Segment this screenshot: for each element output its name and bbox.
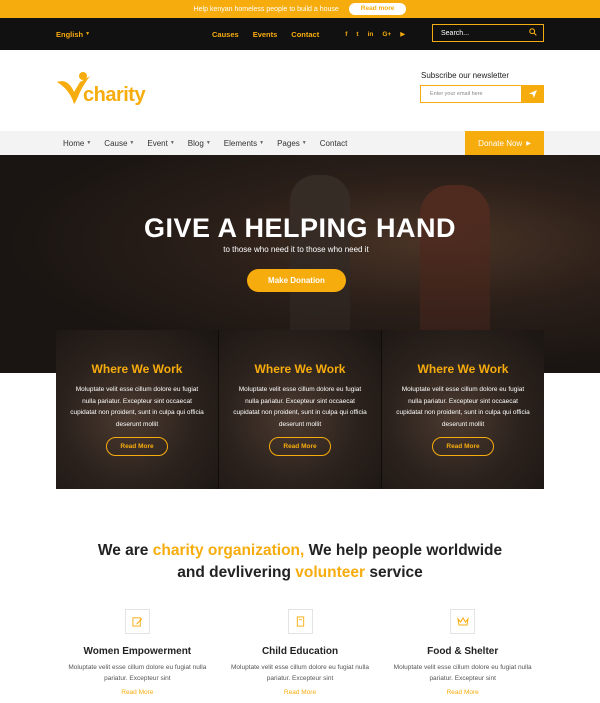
features-row: Women Empowerment Moluptate velit esse c… (56, 609, 544, 703)
site-header: charity Subscribe our newsletter Enter y… (0, 50, 600, 131)
hero-background-figure (290, 175, 350, 355)
top-nav: Causes Events Contact f t in G+ ▶ (212, 18, 405, 50)
crown-icon (450, 609, 476, 634)
search-placeholder: Search... (441, 29, 470, 37)
card-text: Moluptate velit esse cillum dolore eu fu… (396, 386, 530, 428)
search-input[interactable]: Search... (432, 24, 544, 42)
chevron-down-icon: ▼ (85, 31, 91, 37)
chevron-down-icon: ▼ (169, 140, 175, 146)
announcement-read-more-button[interactable]: Read more (348, 3, 407, 15)
nav-item-elements[interactable]: Elements ▼ (224, 139, 264, 148)
chevron-down-icon: ▼ (129, 140, 135, 146)
nav-item-label: Elements (223, 138, 258, 148)
nav-item-label: Contact (319, 138, 348, 148)
newsletter-submit-button[interactable] (522, 85, 544, 103)
card-text: Moluptate velit esse cillum dolore eu fu… (70, 386, 204, 428)
charity-logo[interactable]: charity (56, 70, 166, 112)
feature-text: Moluptate velit esse cillum dolore eu fu… (393, 664, 532, 682)
info-card: Where We Work Moluptate velit esse cillu… (382, 330, 544, 489)
make-donation-button[interactable]: Make Donation (247, 269, 346, 292)
feature-read-more-link[interactable]: Read More (219, 689, 382, 696)
nav-item-home[interactable]: Home ▼ (63, 139, 91, 148)
newsletter-title: Subscribe our newsletter (421, 71, 510, 80)
nav-item-pages[interactable]: Pages ▼ (277, 139, 307, 148)
search-icon[interactable] (529, 28, 537, 38)
card-title: Where We Work (417, 362, 509, 376)
chevron-down-icon: ▼ (301, 140, 307, 146)
chevron-down-icon: ▼ (86, 140, 92, 146)
feature-text: Moluptate velit esse cillum dolore eu fu… (68, 664, 207, 682)
nav-item-label: Pages (277, 138, 300, 148)
language-selector[interactable]: English ▼ (56, 30, 90, 39)
top-bar: English ▼ Causes Events Contact f t in G… (0, 18, 600, 50)
nav-item-blog[interactable]: Blog ▼ (188, 139, 211, 148)
linkedin-icon[interactable]: in (368, 31, 374, 38)
language-label: English (56, 29, 84, 39)
feature-read-more-link[interactable]: Read More (56, 689, 219, 696)
google-plus-icon[interactable]: G+ (382, 31, 391, 38)
hero-subtitle: to those who need it to those who need i… (223, 245, 369, 254)
card-title: Where We Work (254, 362, 346, 376)
feature-read-more-link[interactable]: Read More (381, 689, 544, 696)
nav-item-event[interactable]: Event ▼ (147, 139, 174, 148)
chevron-right-icon: ▶ (526, 140, 531, 147)
donate-label: Donate Now (478, 138, 523, 148)
feature-food-shelter: Food & Shelter Moluptate velit esse cill… (381, 609, 544, 703)
newsletter-email-field[interactable]: Enter your email here (420, 85, 522, 103)
edit-icon (124, 609, 150, 634)
mission-text: service (365, 564, 423, 581)
mission-highlight: charity organization, (152, 542, 305, 559)
info-card: Where We Work Moluptate velit esse cillu… (219, 330, 381, 489)
mission-text: We are (97, 542, 153, 559)
mission-text: We help people worldwide (304, 542, 503, 559)
chevron-down-icon: ▼ (205, 140, 211, 146)
nav-item-label: Blog (187, 138, 204, 148)
feature-title: Child Education (261, 646, 339, 657)
top-nav-contact[interactable]: Contact (291, 30, 319, 39)
twitter-icon[interactable]: t (356, 31, 358, 38)
hero-background-figure (420, 185, 490, 335)
facebook-icon[interactable]: f (345, 31, 347, 38)
youtube-icon[interactable]: ▶ (400, 30, 405, 38)
top-nav-events[interactable]: Events (253, 30, 278, 39)
mission-heading: We are charity organization, We help peo… (0, 540, 600, 584)
feature-women-empowerment: Women Empowerment Moluptate velit esse c… (56, 609, 219, 703)
hero-title: GIVE A HELPING HAND (143, 213, 457, 243)
announcement-text: Help kenyan homeless people to build a h… (193, 5, 339, 13)
card-read-more-button[interactable]: Read More (432, 437, 494, 456)
feature-child-education: Child Education Moluptate velit esse cil… (219, 609, 382, 703)
chevron-down-icon: ▼ (259, 140, 265, 146)
donate-now-button[interactable]: Donate Now ▶ (465, 131, 544, 155)
social-links: f t in G+ ▶ (345, 30, 405, 39)
nav-item-label: Event (147, 138, 168, 148)
book-icon (287, 609, 313, 634)
mission-line-2: and devlivering volunteer service (0, 562, 600, 584)
card-text: Moluptate velit esse cillum dolore eu fu… (233, 386, 367, 428)
mission-line-1: We are charity organization, We help peo… (0, 540, 600, 562)
send-icon (529, 90, 537, 98)
card-title: Where We Work (91, 362, 183, 376)
feature-title: Food & Shelter (427, 646, 499, 657)
nav-item-cause[interactable]: Cause ▼ (104, 139, 134, 148)
feature-text: Moluptate velit esse cillum dolore eu fu… (230, 664, 370, 682)
card-read-more-button[interactable]: Read More (269, 437, 331, 456)
card-read-more-button[interactable]: Read More (106, 437, 168, 456)
announcement-bar: Help kenyan homeless people to build a h… (0, 0, 600, 18)
info-cards: Where We Work Moluptate velit esse cillu… (56, 330, 544, 489)
info-card: Where We Work Moluptate velit esse cillu… (56, 330, 218, 489)
nav-item-contact[interactable]: Contact (320, 139, 348, 148)
feature-title: Women Empowerment (83, 646, 192, 657)
main-nav: Home ▼ Cause ▼ Event ▼ Blog ▼ Elements ▼ Page… (0, 131, 600, 155)
nav-item-label: Cause (104, 138, 128, 148)
logo-text: charity (83, 84, 146, 106)
top-nav-causes[interactable]: Causes (212, 30, 239, 39)
mission-text: and devlivering (177, 564, 296, 581)
mission-highlight: volunteer (295, 564, 366, 581)
nav-item-label: Home (63, 138, 85, 148)
